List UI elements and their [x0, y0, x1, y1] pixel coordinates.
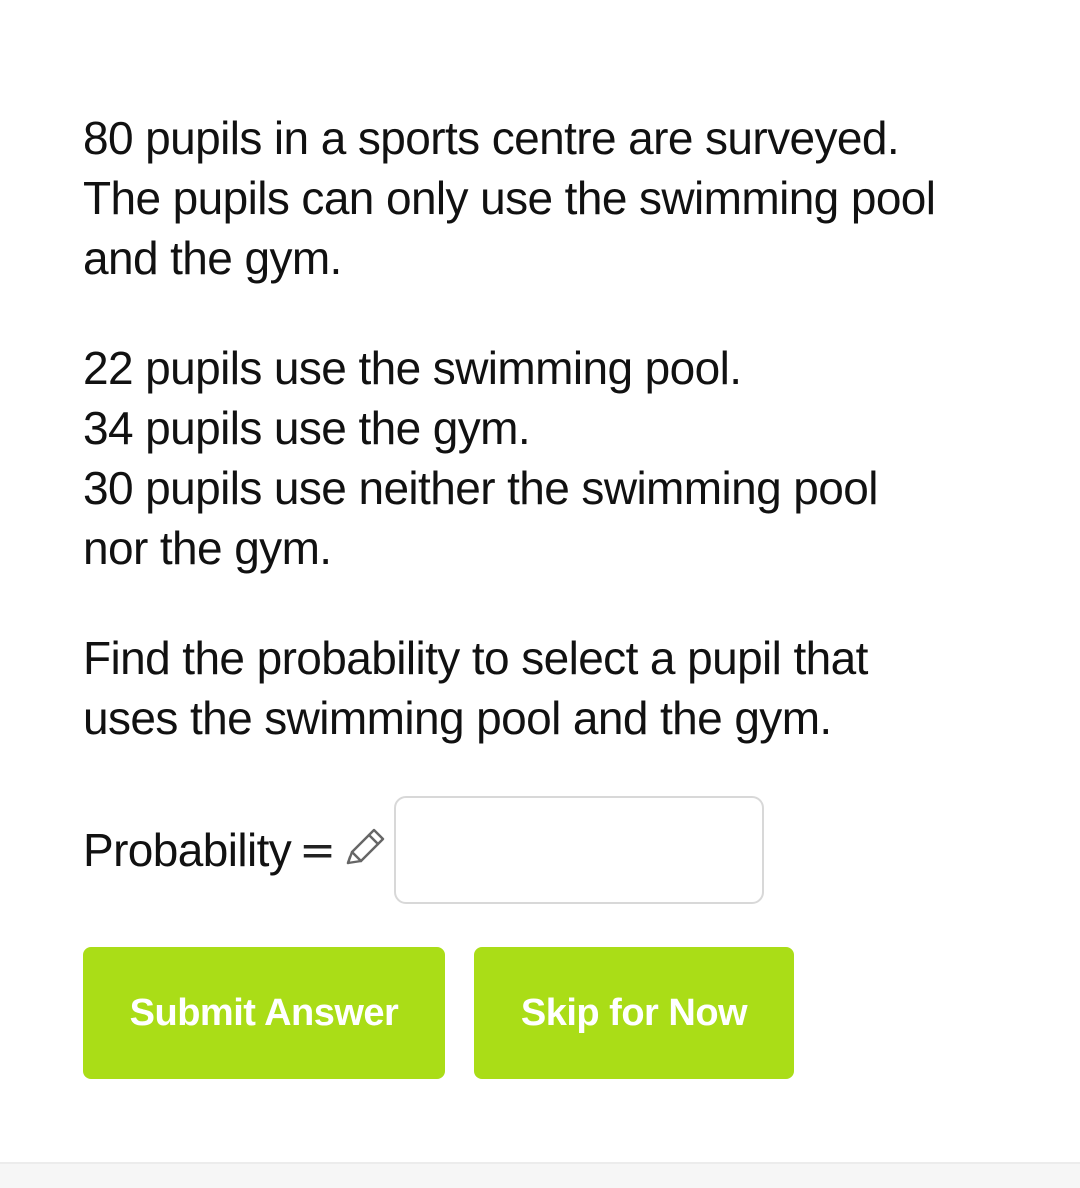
submit-answer-button[interactable]: Submit Answer [83, 947, 445, 1079]
question-line: Find the probability to select a pupil t… [83, 632, 868, 684]
question-line: and the gym. [83, 232, 342, 284]
answer-row: Probability = [83, 795, 765, 905]
question-line: 30 pupils use neither the swimming pool [83, 462, 878, 514]
skip-for-now-button[interactable]: Skip for Now [474, 947, 794, 1079]
probability-input[interactable] [394, 796, 765, 904]
question-paragraph-facts: 22 pupils use the swimming pool. 34 pupi… [83, 338, 1023, 578]
question-line: nor the gym. [83, 522, 332, 574]
probability-label: Probability [83, 824, 292, 876]
bottom-bar [0, 1162, 1080, 1188]
equals-sign: = [299, 824, 337, 876]
question-line: uses the swimming pool and the gym. [83, 692, 832, 744]
question-line: The pupils can only use the swimming poo… [83, 172, 936, 224]
pencil-icon [338, 825, 388, 875]
question-text: 80 pupils in a sports centre are surveye… [83, 108, 1023, 798]
question-line: 22 pupils use the swimming pool. [83, 342, 742, 394]
question-line: 80 pupils in a sports centre are surveye… [83, 112, 900, 164]
question-line: 34 pupils use the gym. [83, 402, 531, 454]
question-paragraph-task: Find the probability to select a pupil t… [83, 628, 1023, 748]
question-paragraph-intro: 80 pupils in a sports centre are surveye… [83, 108, 1023, 288]
